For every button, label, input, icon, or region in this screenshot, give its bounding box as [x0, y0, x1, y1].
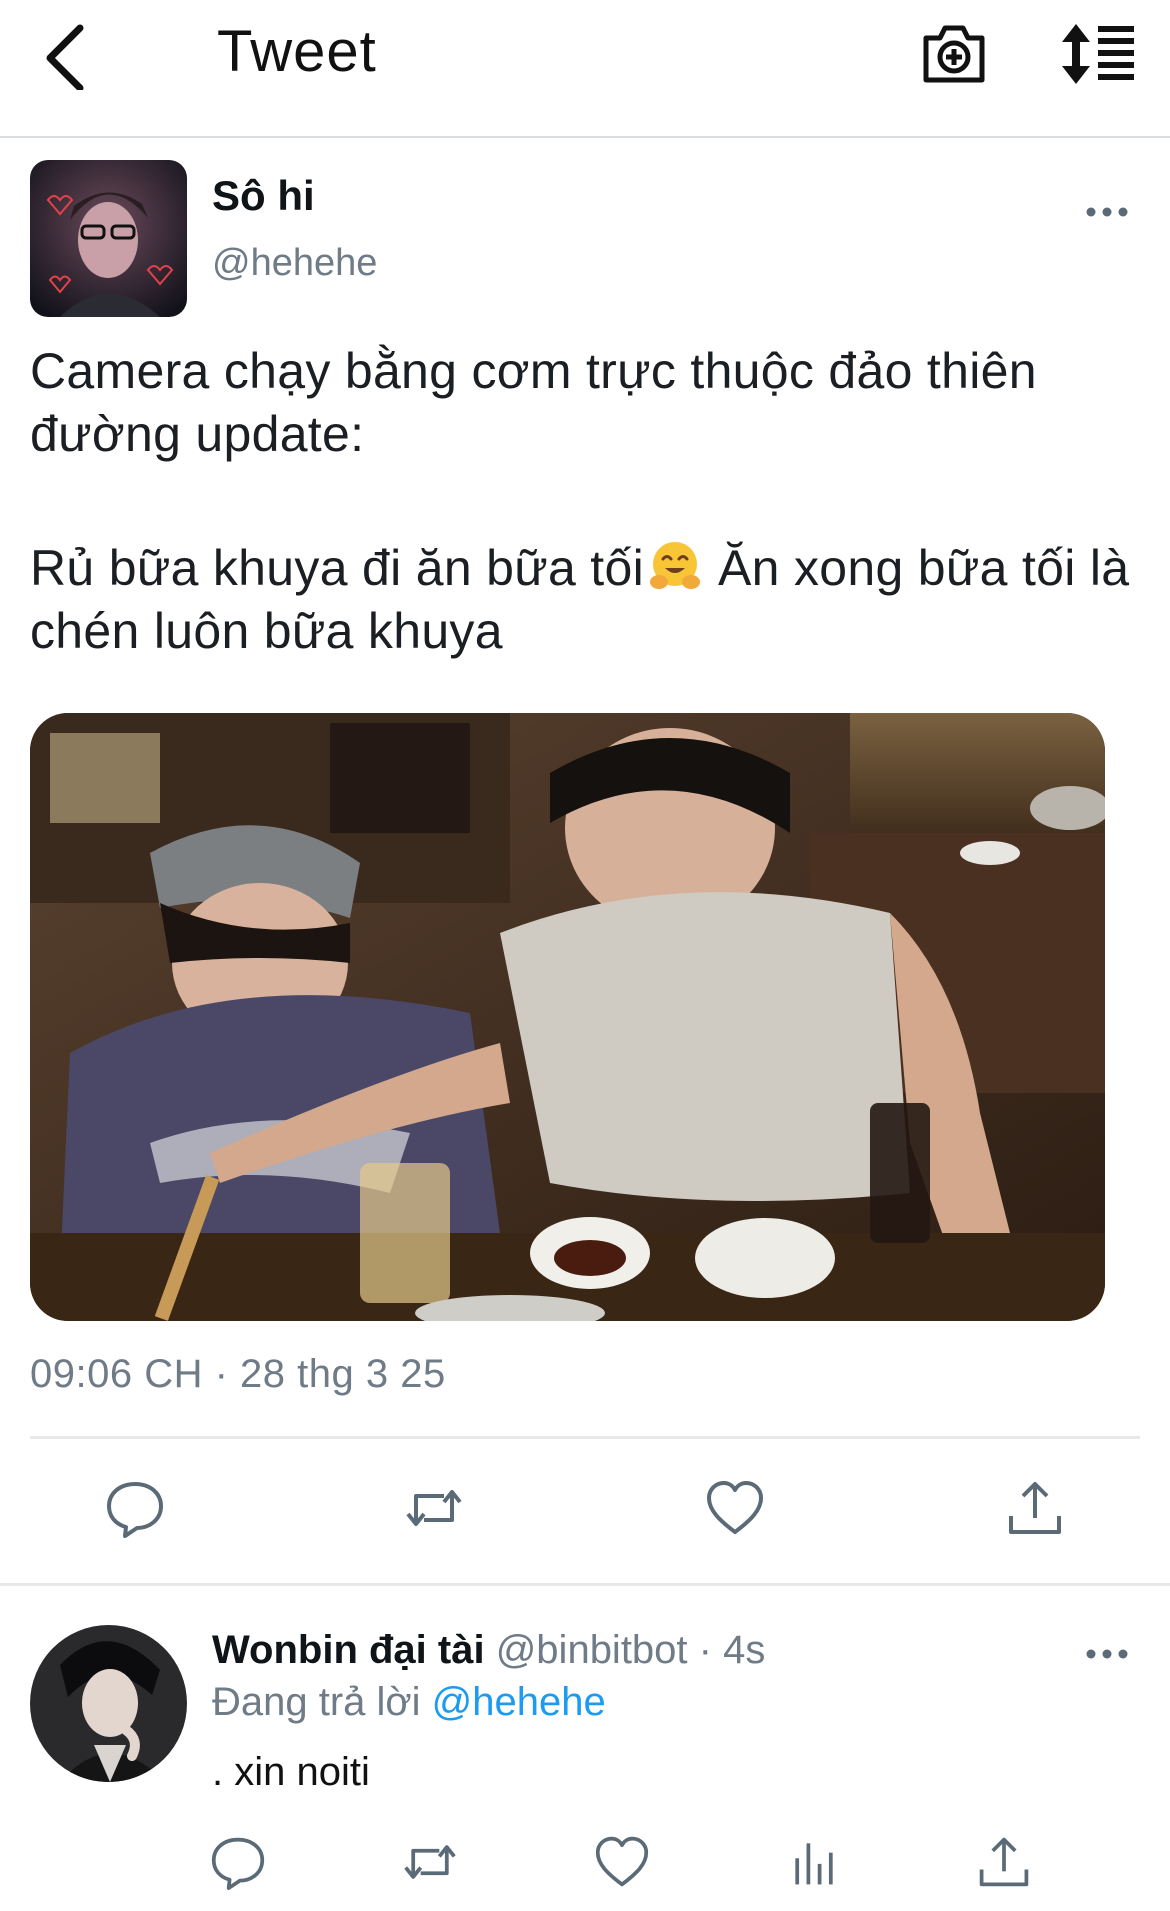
author-name[interactable]: Sô hi: [212, 172, 315, 220]
retweet-button[interactable]: [404, 1478, 464, 1538]
retweet-icon: [404, 1845, 456, 1879]
reply-button[interactable]: [105, 1478, 165, 1538]
reply-author-avatar[interactable]: [30, 1625, 187, 1782]
share-button[interactable]: [1005, 1478, 1065, 1538]
like-button[interactable]: [705, 1478, 765, 1538]
analytics-icon: [795, 1843, 833, 1885]
reply-header: Wonbin đại tài @binbitbot · 4s: [212, 1628, 765, 1673]
reply-share-button[interactable]: [976, 1834, 1032, 1890]
hugging-face-emoji: [648, 539, 702, 593]
tweet-text-fragment: Rủ bữa khuya đi ăn bữa tối: [30, 540, 645, 596]
sort-list-icon: [1062, 24, 1134, 84]
reply-icon: [107, 1482, 163, 1538]
reply-retweet-button[interactable]: [402, 1834, 458, 1890]
retweet-icon: [406, 1490, 462, 1526]
author-avatar[interactable]: [30, 160, 187, 317]
reply-author-meta: @binbitbot · 4s: [495, 1628, 766, 1672]
like-icon: [595, 1836, 649, 1887]
like-icon: [707, 1481, 763, 1534]
tweet-timestamp: 09:06 CH · 28 thg 3 25: [30, 1352, 446, 1396]
divider: [30, 1436, 1140, 1439]
reply-more-options-button[interactable]: [1085, 1642, 1129, 1666]
back-button[interactable]: [38, 20, 98, 90]
more-dots-icon: [1086, 207, 1128, 217]
author-handle[interactable]: @hehehe: [212, 242, 377, 285]
tweet-text-line: Rủ bữa khuya đi ăn bữa tối Ăn xong bữa t…: [30, 537, 1165, 663]
reply-like-button[interactable]: [594, 1834, 650, 1890]
divider: [0, 1583, 1170, 1586]
camera-plus-icon: [923, 25, 985, 83]
share-icon: [979, 1837, 1029, 1887]
more-options-button[interactable]: [1085, 200, 1129, 224]
page-title: Tweet: [217, 19, 377, 84]
reply-icon: [211, 1837, 265, 1890]
replying-to-handle-link[interactable]: @hehehe: [432, 1680, 606, 1724]
share-icon: [1009, 1482, 1061, 1534]
camera-button[interactable]: [920, 20, 988, 86]
replying-to: Đang trả lời @hehehe: [212, 1680, 606, 1725]
top-bar: Tweet: [0, 0, 1170, 138]
chevron-left-icon: [46, 24, 84, 90]
reply-analytics-button[interactable]: [786, 1834, 842, 1890]
tweet-photo[interactable]: [30, 713, 1105, 1321]
sort-button[interactable]: [1058, 22, 1138, 86]
replying-to-label: Đang trả lời: [212, 1680, 421, 1724]
reply-text: . xin noiti: [212, 1750, 370, 1794]
reply-reply-button[interactable]: [210, 1834, 266, 1890]
tweet-text: Camera chạy bằng cơm trực thuộc đảo thiê…: [30, 340, 1165, 663]
tweet-text-line: Camera chạy bằng cơm trực thuộc đảo thiê…: [30, 343, 1037, 462]
more-dots-icon: [1086, 1649, 1128, 1659]
reply-author-name[interactable]: Wonbin đại tài: [212, 1628, 485, 1672]
